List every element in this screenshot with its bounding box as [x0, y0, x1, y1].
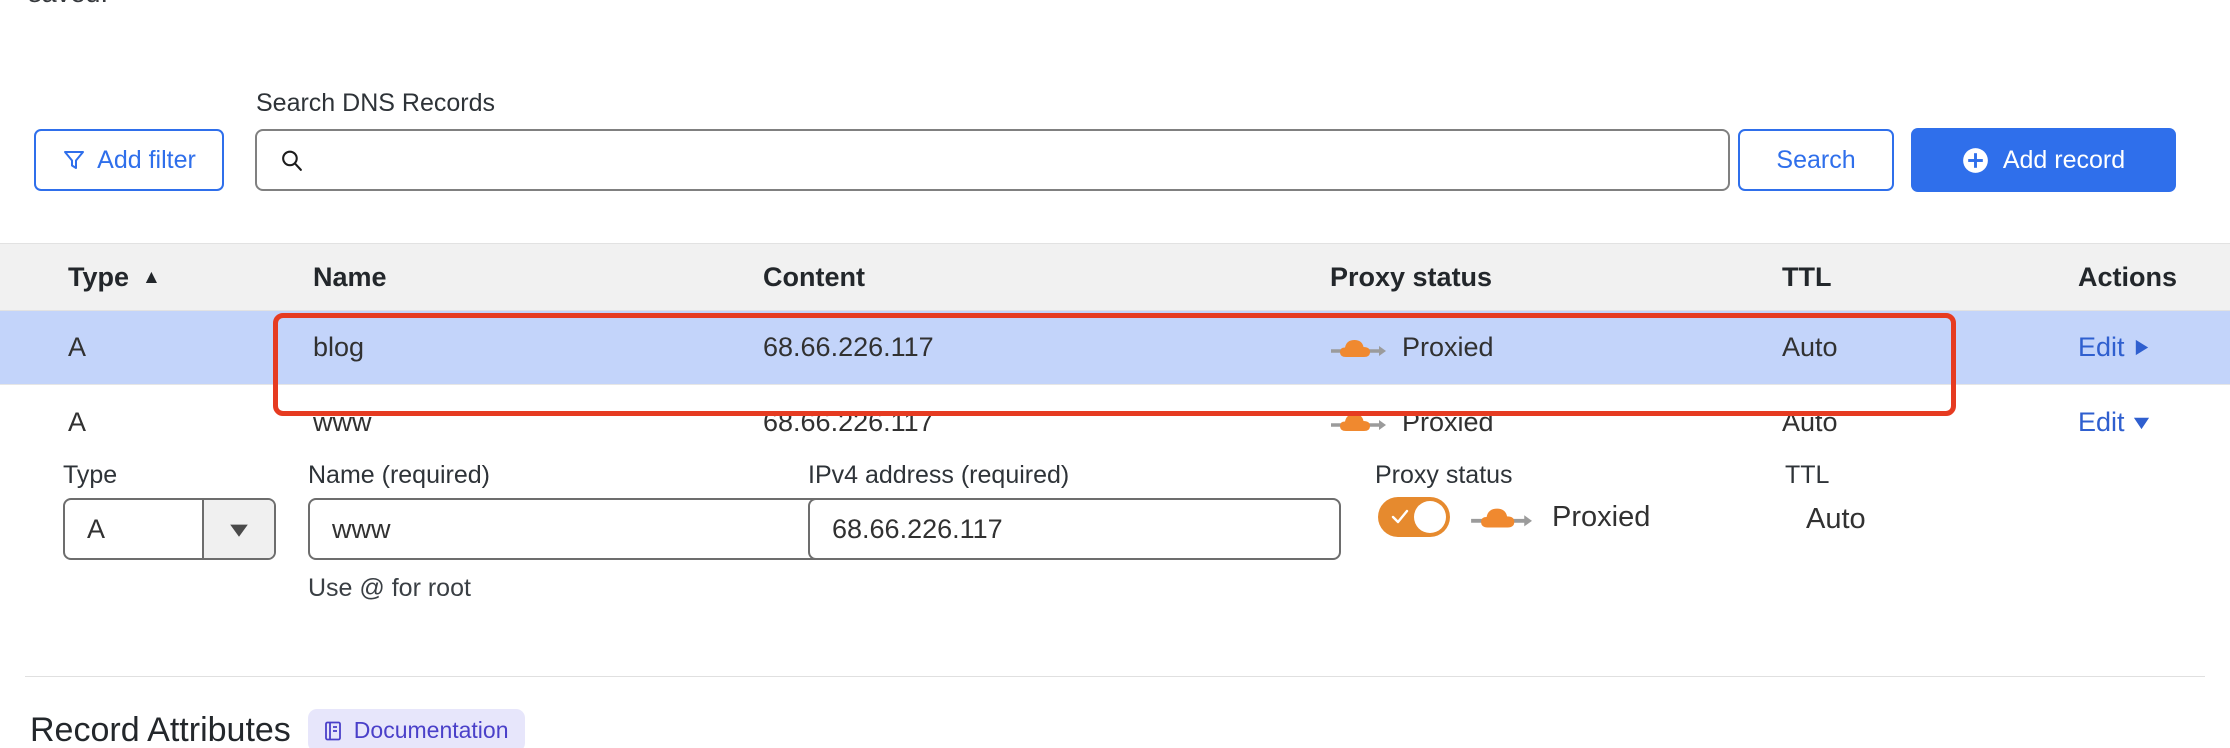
search-input-wrapper[interactable] [255, 129, 1730, 191]
name-input[interactable] [308, 498, 831, 560]
table-row[interactable]: A www 68.66.226.117 Proxied Auto Edit [0, 385, 2230, 459]
name-helper-text: Use @ for root [308, 574, 471, 602]
column-header-content[interactable]: Content [763, 244, 865, 310]
toolbar: Search DNS Records Add filter Search Add… [0, 72, 2230, 194]
documentation-label: Documentation [353, 717, 509, 743]
chevron-down-icon[interactable] [202, 500, 274, 558]
ttl-field-label: TTL [1785, 461, 1830, 489]
column-header-proxy-status[interactable]: Proxy status [1330, 244, 1492, 310]
book-icon [322, 720, 344, 742]
column-header-ttl[interactable]: TTL [1782, 244, 1831, 310]
search-button[interactable]: Search [1738, 129, 1894, 191]
row-name: www [313, 406, 372, 437]
add-filter-button[interactable]: Add filter [34, 129, 224, 191]
type-select-value: A [87, 513, 106, 544]
edit-label: Edit [2078, 332, 2125, 362]
column-header-actions: Actions [2078, 261, 2178, 292]
search-icon [257, 148, 304, 173]
check-icon [1391, 509, 1409, 524]
saved-notice-text: saved. [28, 0, 108, 9]
add-record-button[interactable]: Add record [1911, 128, 2176, 192]
row-proxy-status-label: Proxied [1402, 332, 1494, 362]
column-header-type-label: Type [68, 261, 130, 292]
sort-ascending-icon: ▲ [142, 266, 161, 288]
row-proxy-status: Proxied [1330, 385, 1494, 459]
row-ttl: Auto [1782, 406, 1838, 437]
edit-label: Edit [2078, 406, 2125, 437]
add-filter-label: Add filter [97, 145, 196, 174]
record-attributes-section: Record Attributes Documentation [30, 709, 525, 748]
proxy-status-text: Proxied [1552, 500, 1651, 533]
toggle-knob [1414, 501, 1446, 533]
search-input[interactable] [304, 145, 1728, 175]
chevron-right-icon [2132, 338, 2151, 357]
record-edit-form: Type A Name (required) Use @ for root IP… [0, 459, 2230, 676]
proxy-toggle-switch[interactable] [1378, 497, 1450, 537]
funnel-icon [62, 148, 86, 172]
cloudflare-proxied-cloud-icon [1330, 334, 1386, 362]
proxy-status-control: Proxied [1378, 497, 1650, 537]
column-header-type[interactable]: Type ▲ [68, 244, 161, 310]
plus-circle-icon [1962, 147, 1989, 174]
type-select[interactable]: A [63, 498, 276, 560]
row-actions[interactable]: Edit [2078, 311, 2151, 384]
ipv4-field-label: IPv4 address (required) [808, 461, 1070, 489]
dns-records-page: saved. Search DNS Records Add filter Sea… [0, 0, 2230, 748]
name-field-label: Name (required) [308, 461, 491, 489]
search-button-label: Search [1776, 145, 1856, 174]
cloudflare-proxied-cloud-icon [1330, 408, 1386, 436]
edit-button[interactable]: Edit [2078, 407, 2151, 438]
row-type: A [68, 332, 87, 362]
table-header-row: Type ▲ Name Content Proxy status TTL Act… [0, 243, 2230, 311]
ttl-value[interactable]: Auto [1806, 503, 1866, 536]
dns-records-table: Type ▲ Name Content Proxy status TTL Act… [0, 243, 2230, 459]
documentation-link[interactable]: Documentation [307, 709, 525, 748]
edit-button[interactable]: Edit [2078, 332, 2151, 363]
type-field-label: Type [63, 461, 118, 489]
row-content: 68.66.226.117 [763, 406, 934, 437]
chevron-down-icon [2132, 413, 2151, 432]
row-type: A [68, 406, 87, 437]
row-ttl: Auto [1782, 332, 1838, 362]
column-header-name[interactable]: Name [313, 244, 387, 310]
ipv4-address-input[interactable] [808, 498, 1341, 560]
row-content: 68.66.226.117 [763, 332, 934, 362]
add-record-label: Add record [2002, 145, 2126, 174]
row-name: blog [313, 332, 365, 362]
row-proxy-status-label: Proxied [1402, 406, 1494, 437]
cloudflare-proxied-cloud-icon [1470, 502, 1532, 533]
proxy-status-field-label: Proxy status [1375, 461, 1513, 489]
search-field-label: Search DNS Records [256, 89, 495, 117]
row-actions[interactable]: Edit [2078, 385, 2151, 459]
form-divider [25, 676, 2205, 677]
table-row[interactable]: A blog 68.66.226.117 Proxied Auto Edit [0, 311, 2230, 385]
record-attributes-title: Record Attributes [30, 711, 291, 748]
row-proxy-status: Proxied [1330, 311, 1494, 384]
